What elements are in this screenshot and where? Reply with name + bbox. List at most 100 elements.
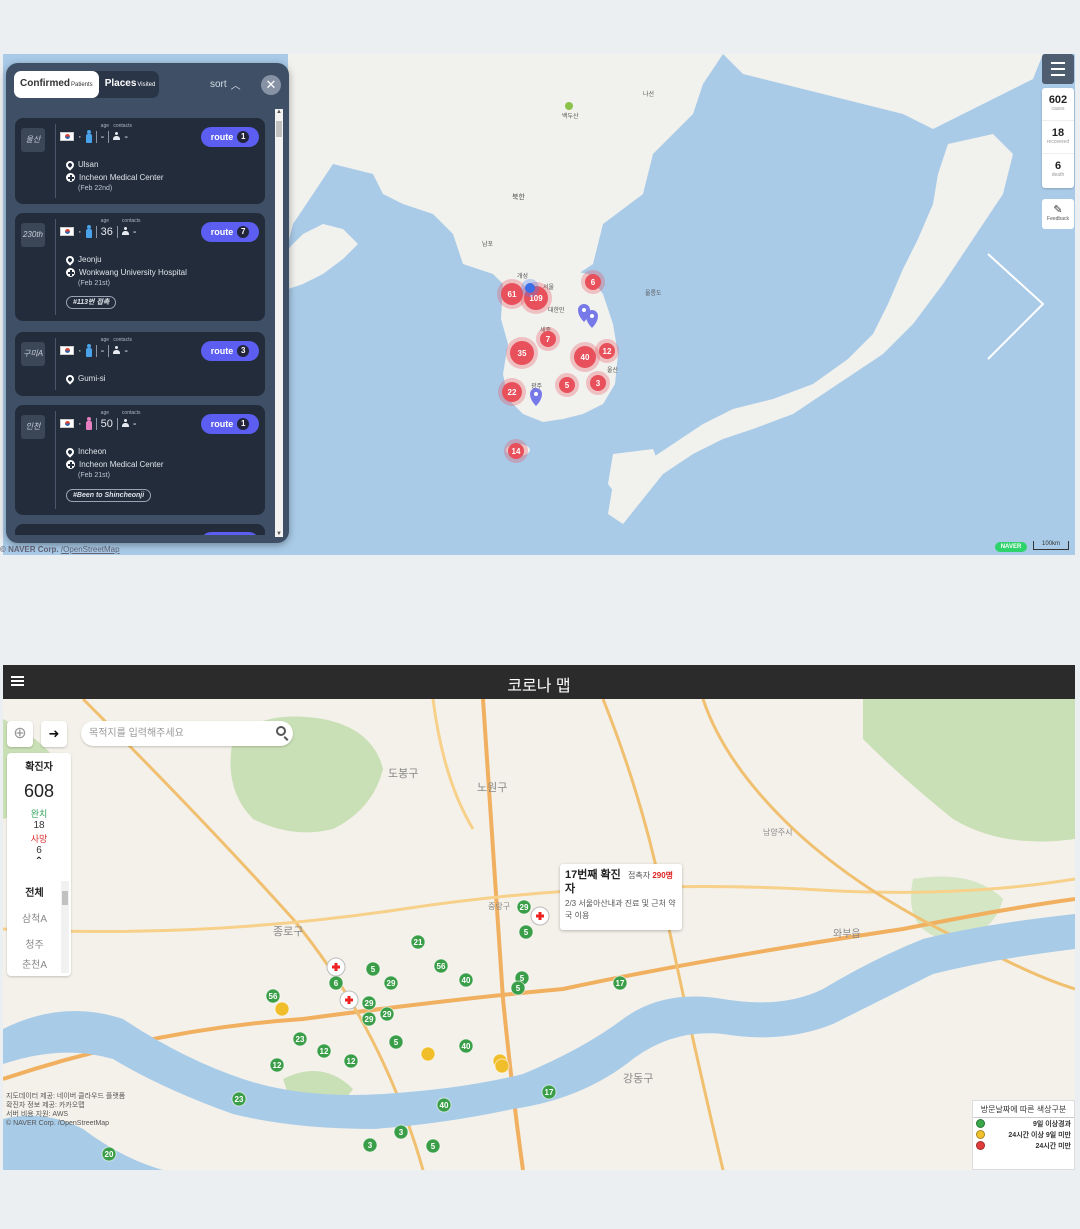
chevron-up-icon: ︿: [230, 81, 241, 92]
destination-search-input[interactable]: [89, 725, 269, 742]
visit-marker[interactable]: 5: [510, 980, 526, 996]
popup-description: 2/3 서울아산내과 진료 및 근처 약국 이용: [565, 899, 676, 920]
visit-marker[interactable]: 12: [316, 1043, 332, 1059]
map-label: 남양주시: [763, 828, 792, 837]
route-button[interactable]: [201, 532, 259, 535]
visit-marker[interactable]: 56: [265, 988, 281, 1004]
route-button[interactable]: route 3: [201, 341, 259, 361]
patient-card[interactable]: [15, 524, 265, 535]
route-button[interactable]: route 7: [201, 222, 259, 242]
patient-card[interactable]: 인천 · age 50 contacts - route 1 Incheon Inc…: [15, 405, 265, 515]
visit-marker[interactable]: 5: [518, 924, 534, 940]
visit-marker[interactable]: 40: [458, 972, 474, 988]
location-pin-icon: [64, 158, 76, 171]
tab-places-visited[interactable]: Places Visited: [99, 71, 162, 98]
route-button[interactable]: route 1: [201, 127, 259, 147]
visit-marker[interactable]: 20: [101, 1146, 117, 1162]
visit-marker[interactable]: 5: [388, 1034, 404, 1050]
case-cluster-marker[interactable]: 35: [506, 337, 538, 369]
visit-marker[interactable]: 17: [612, 975, 628, 991]
visit-marker[interactable]: 29: [361, 1011, 377, 1027]
visit-marker[interactable]: 5: [365, 961, 381, 977]
locate-me-button[interactable]: ⊕: [7, 721, 33, 747]
location-pin-icon: [64, 372, 76, 385]
panel-scrollbar[interactable]: ▲ ▼: [275, 109, 283, 537]
tab-confirmed-patients[interactable]: Confirmed Patients: [14, 71, 99, 98]
patient-card[interactable]: 230th · age 36 contacts - route 7 Jeonju W…: [15, 213, 265, 321]
hospital-marker-icon[interactable]: [530, 906, 550, 926]
visit-marker[interactable]: 21: [410, 934, 426, 950]
recent-visit-marker[interactable]: [274, 1001, 290, 1017]
route-button[interactable]: route 1: [201, 414, 259, 434]
patient-contacts: -: [124, 344, 129, 357]
case-cluster-marker[interactable]: 22: [498, 378, 526, 406]
case-cluster-marker[interactable]: 5: [555, 373, 579, 397]
popup-title: 17번째 확진자: [565, 869, 621, 895]
visit-marker[interactable]: 12: [269, 1057, 285, 1073]
svg-text:61: 61: [508, 290, 517, 299]
svg-text:5: 5: [516, 984, 521, 993]
male-icon: [85, 225, 92, 238]
patient-tag[interactable]: #113번 접촉: [66, 296, 117, 309]
visit-marker[interactable]: 12: [343, 1053, 359, 1069]
visit-marker[interactable]: 23: [292, 1031, 308, 1047]
case-cluster-marker[interactable]: 40: [570, 342, 600, 372]
visit-marker[interactable]: 40: [458, 1038, 474, 1054]
mountain-icon: [565, 102, 573, 110]
directions-button[interactable]: ➜: [41, 721, 67, 747]
menu-button[interactable]: [1042, 54, 1074, 84]
case-cluster-marker[interactable]: 6: [581, 270, 605, 294]
svg-text:35: 35: [518, 349, 527, 358]
sort-button[interactable]: sort ︿: [210, 77, 241, 92]
visit-marker[interactable]: 3: [362, 1137, 378, 1153]
visit-marker[interactable]: 29: [383, 975, 399, 991]
recent-visit-marker[interactable]: [494, 1058, 510, 1074]
visit-marker[interactable]: 5: [425, 1138, 441, 1154]
patient-card[interactable]: 울산 · age - contacts - route 1 Ulsan Incheo…: [15, 118, 265, 204]
death-count: 6: [36, 845, 42, 856]
search-icon[interactable]: [276, 726, 286, 736]
osm-link[interactable]: /OpenStreetMap: [61, 545, 120, 554]
case-cluster-marker[interactable]: 12: [595, 339, 619, 363]
recent-visit-marker[interactable]: [420, 1046, 436, 1062]
patient-contacts: -: [124, 130, 129, 143]
region-item[interactable]: 삼척A: [7, 907, 62, 933]
map-label: 와부읍: [833, 928, 861, 940]
scroll-thumb[interactable]: [276, 121, 282, 137]
visit-marker[interactable]: 3: [393, 1124, 409, 1140]
seoul-map[interactable]: 종로구 도봉구 노원구 강동구 중랑구 와부읍 남양주시 295215640 55…: [3, 699, 1075, 1170]
visit-marker[interactable]: 40: [436, 1097, 452, 1113]
crosshair-icon: ⊕: [13, 725, 27, 742]
hospital-marker-icon[interactable]: [326, 957, 346, 977]
case-cluster-marker[interactable]: 3: [586, 371, 610, 395]
region-item[interactable]: 춘천A: [7, 959, 62, 973]
case-cluster-marker[interactable]: 14: [504, 439, 528, 463]
patient-tag[interactable]: #Been to Shincheonji: [66, 489, 152, 502]
case-cluster-marker[interactable]: 7: [536, 327, 560, 351]
patient-contacts: -: [132, 417, 137, 430]
visit-marker[interactable]: 6: [328, 975, 344, 991]
region-scrollbar[interactable]: [61, 881, 69, 973]
scroll-thumb[interactable]: [62, 891, 68, 905]
visit-marker[interactable]: 56: [433, 958, 449, 974]
visit-marker[interactable]: 17: [541, 1084, 557, 1100]
region-item[interactable]: 전체: [7, 881, 62, 907]
visit-marker[interactable]: 29: [361, 995, 377, 1011]
svg-text:6: 6: [334, 979, 339, 988]
patient-badge: 인천: [21, 415, 45, 439]
patient-card[interactable]: 구미A · age - contacts - route 3 Gumi-si: [15, 332, 265, 396]
visit-marker[interactable]: 23: [231, 1091, 247, 1107]
stat-death: 6 death: [1051, 160, 1065, 178]
hospital-marker-icon[interactable]: [339, 990, 359, 1010]
visit-marker[interactable]: 29: [379, 1006, 395, 1022]
feedback-button[interactable]: ✎ Feedback: [1042, 199, 1074, 229]
region-item[interactable]: 청주: [7, 933, 62, 959]
map-label: 강동구: [623, 1072, 653, 1085]
visit-marker[interactable]: 29: [516, 899, 532, 915]
svg-text:12: 12: [320, 1047, 329, 1056]
collapse-chevron-icon[interactable]: ⌃: [7, 856, 71, 867]
svg-text:17: 17: [545, 1088, 554, 1097]
close-panel-button[interactable]: ✕: [261, 75, 281, 95]
scroll-down-arrow[interactable]: ▼: [275, 531, 283, 537]
scroll-up-arrow[interactable]: ▲: [275, 109, 283, 115]
